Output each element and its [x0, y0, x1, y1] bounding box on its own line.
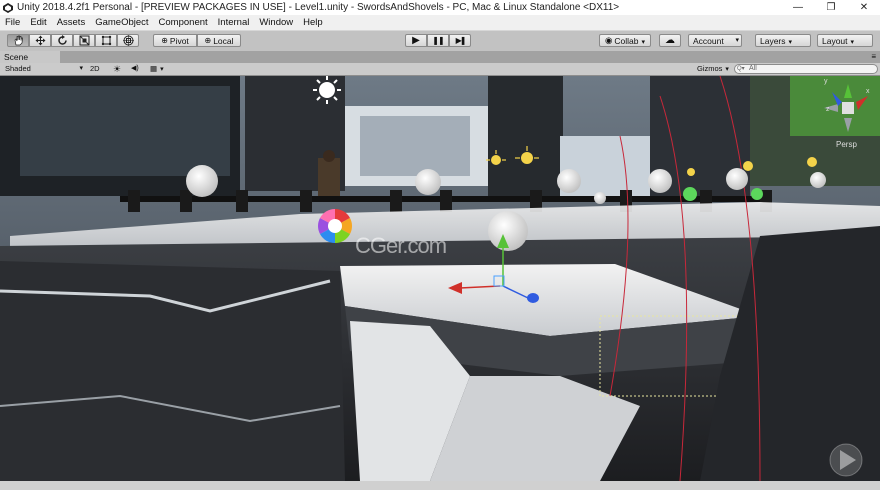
menu-window[interactable]: Window	[254, 17, 298, 28]
2d-toggle-button[interactable]: 2D	[90, 64, 100, 74]
pause-icon: ❚❚	[432, 36, 444, 45]
rect-icon	[101, 35, 111, 46]
menu-bar: File Edit Assets GameObject Component In…	[0, 15, 880, 31]
close-button[interactable]: ✕	[851, 0, 877, 15]
layers-dropdown[interactable]: Layers	[755, 34, 811, 47]
menu-gameobject[interactable]: GameObject	[90, 17, 153, 28]
tab-scene[interactable]: Scene	[0, 51, 60, 63]
gizmo-axis-x-label: x	[866, 88, 870, 95]
menu-help[interactable]: Help	[298, 17, 328, 28]
scene-audio-toggle[interactable]: ◀)	[131, 64, 139, 74]
menu-internal[interactable]: Internal	[213, 17, 255, 28]
step-button[interactable]: ▶❚	[449, 34, 471, 47]
rotate-tool-button[interactable]	[51, 34, 73, 47]
shading-mode-dropdown[interactable]: Shaded	[5, 64, 83, 74]
hand-tool-button[interactable]	[7, 34, 29, 47]
collab-icon: ◉	[604, 35, 613, 45]
transform-tool-button[interactable]	[117, 34, 139, 47]
local-label: Local	[213, 35, 234, 46]
unity-logo-icon	[3, 2, 13, 13]
search-placeholder: All	[749, 65, 757, 72]
menu-edit[interactable]: Edit	[25, 17, 51, 28]
scene-lighting-toggle[interactable]: ☀	[113, 64, 121, 74]
pivot-label: Pivot	[169, 35, 189, 46]
window-title: Unity 2018.4.2f1 Personal - [PREVIEW PAC…	[17, 2, 620, 13]
scene-tab-bar: Scene ≡	[0, 51, 880, 63]
cloud-button[interactable]: ☁	[659, 34, 681, 47]
menu-component[interactable]: Component	[154, 17, 213, 28]
layers-label: Layers	[760, 36, 792, 46]
gizmo-axis-z-label: z	[826, 106, 830, 113]
menu-assets[interactable]: Assets	[52, 17, 91, 28]
main-toolbar: ⊕Pivot ⊕Local ▶ ❚❚ ▶❚ ◉Collab ☁ Account …	[0, 31, 880, 51]
layout-label: Layout	[822, 36, 854, 46]
scene-effects-dropdown[interactable]: ▦	[150, 64, 164, 74]
pivot-icon: ⊕	[161, 36, 168, 45]
move-tool-button[interactable]	[29, 34, 51, 47]
watermark-text: CGer.com	[355, 233, 447, 258]
scene-toolbar: Shaded 2D ☀ ◀) ▦ Gizmos Q▾ All	[0, 63, 880, 76]
layout-dropdown[interactable]: Layout	[817, 34, 873, 47]
transform-icon	[122, 35, 134, 46]
tab-menu-icon[interactable]: ≡	[871, 51, 876, 63]
projection-label[interactable]: Persp	[836, 140, 857, 149]
account-dropdown[interactable]: Account	[688, 34, 742, 47]
search-icon: Q▾	[737, 66, 745, 72]
gizmo-axis-y-label: y	[824, 78, 828, 85]
hand-icon	[14, 35, 23, 46]
play-button[interactable]: ▶	[405, 34, 427, 47]
account-label: Account	[693, 36, 741, 46]
pause-button[interactable]: ❚❚	[427, 34, 449, 47]
scene-search-input[interactable]: Q▾ All	[734, 64, 878, 74]
play-icon: ▶	[412, 35, 420, 46]
local-icon: ⊕	[204, 36, 212, 45]
cloud-icon: ☁	[665, 35, 675, 46]
gizmos-dropdown[interactable]: Gizmos	[697, 64, 729, 74]
menu-file[interactable]: File	[0, 17, 25, 28]
status-bar	[0, 481, 880, 490]
rotate-icon	[57, 35, 67, 45]
scale-tool-button[interactable]	[73, 34, 95, 47]
move-icon	[35, 35, 45, 46]
rect-tool-button[interactable]	[95, 34, 117, 47]
title-bar: Unity 2018.4.2f1 Personal - [PREVIEW PAC…	[0, 0, 880, 15]
pivot-toggle-button[interactable]: ⊕ Pivot	[153, 34, 197, 47]
collab-label: Collab	[614, 36, 645, 46]
local-toggle-button[interactable]: ⊕ Local	[197, 34, 241, 47]
light-probe-sphere	[186, 165, 218, 197]
scale-icon	[79, 35, 89, 46]
minimize-button[interactable]: —	[785, 0, 811, 15]
scene-render	[0, 76, 880, 481]
scene-viewport[interactable]: CGer.com Persp y x z	[0, 76, 880, 481]
step-icon: ▶❚	[455, 36, 467, 45]
maximize-button[interactable]: ❐	[818, 0, 844, 15]
collab-dropdown[interactable]: ◉ Collab	[599, 34, 651, 47]
